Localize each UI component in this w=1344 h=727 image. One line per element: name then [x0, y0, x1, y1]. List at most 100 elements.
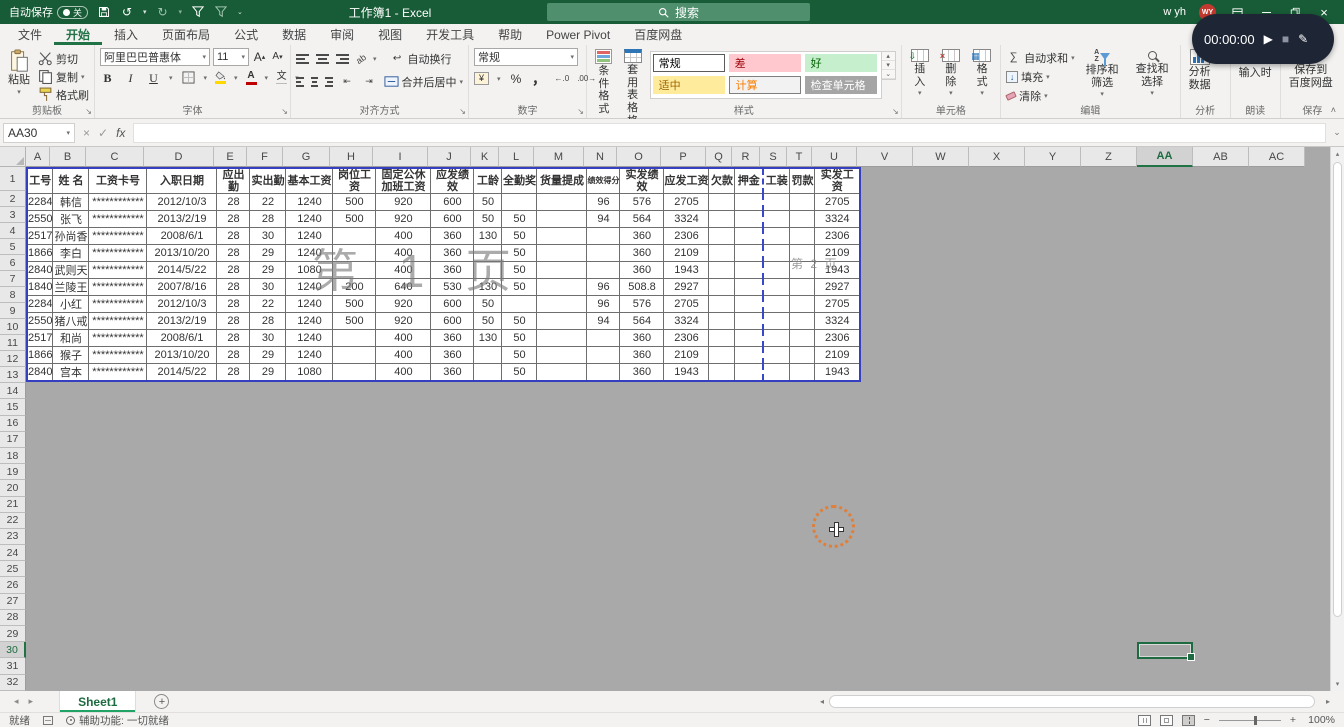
- filter-icon[interactable]: [191, 4, 205, 20]
- column-header-W[interactable]: W: [913, 147, 969, 167]
- cell[interactable]: 22: [250, 194, 286, 211]
- cell[interactable]: 3324: [664, 211, 709, 228]
- column-header-Z[interactable]: Z: [1081, 147, 1137, 167]
- cell[interactable]: [709, 330, 735, 347]
- shrink-font-button[interactable]: A▾: [270, 50, 285, 65]
- ribbon-tab-Power Pivot[interactable]: Power Pivot: [534, 24, 622, 45]
- accounting-format-button[interactable]: ¥: [474, 72, 489, 85]
- cell[interactable]: ************: [89, 194, 147, 211]
- cell[interactable]: 2306: [664, 228, 709, 245]
- cell[interactable]: 2705: [815, 194, 860, 211]
- cell[interactable]: 和尚: [53, 330, 89, 347]
- cell[interactable]: 50: [502, 364, 537, 382]
- cell[interactable]: [735, 330, 763, 347]
- font-dialog-launcher[interactable]: ↘: [281, 108, 288, 116]
- column-header-I[interactable]: I: [373, 147, 428, 167]
- table-header[interactable]: 工号: [27, 168, 53, 194]
- cell[interactable]: [709, 279, 735, 296]
- selected-cell[interactable]: [1137, 642, 1193, 658]
- cell[interactable]: [537, 245, 587, 262]
- delete-cells-button[interactable]: × 删除 ▾: [938, 48, 964, 98]
- page-break-preview-button[interactable]: [1182, 715, 1195, 726]
- comma-style-button[interactable]: ，: [532, 71, 547, 86]
- cell[interactable]: ************: [89, 262, 147, 279]
- zoom-out-button[interactable]: −: [1204, 714, 1210, 726]
- cell[interactable]: [333, 330, 376, 347]
- ribbon-tab-插入[interactable]: 插入: [102, 24, 150, 45]
- ribbon-tab-数据[interactable]: 数据: [270, 24, 318, 45]
- cell[interactable]: [790, 194, 815, 211]
- column-header-J[interactable]: J: [428, 147, 471, 167]
- row-header-16[interactable]: 16: [0, 416, 26, 432]
- cell[interactable]: 2550: [27, 313, 53, 330]
- cell[interactable]: [537, 262, 587, 279]
- row-header-4[interactable]: 4: [0, 223, 26, 239]
- orientation-dropdown-icon[interactable]: ▾: [373, 55, 377, 63]
- cell[interactable]: [735, 347, 763, 364]
- page-layout-view-button[interactable]: [1160, 715, 1173, 726]
- orientation-button[interactable]: ab: [354, 52, 368, 66]
- scroll-up-icon[interactable]: ▴: [1331, 147, 1344, 161]
- cell[interactable]: 2927: [815, 279, 860, 296]
- phonetic-guide-button[interactable]: 文: [276, 72, 287, 84]
- column-header-H[interactable]: H: [330, 147, 373, 167]
- column-header-M[interactable]: M: [534, 147, 584, 167]
- cell[interactable]: 1240: [286, 347, 333, 364]
- cell[interactable]: 28: [250, 313, 286, 330]
- number-dialog-launcher[interactable]: ↘: [577, 108, 584, 116]
- cell[interactable]: 600: [431, 211, 474, 228]
- cell[interactable]: 1080: [286, 262, 333, 279]
- cell[interactable]: 500: [333, 211, 376, 228]
- cell[interactable]: 2705: [664, 194, 709, 211]
- cell[interactable]: 2014/5/22: [147, 262, 217, 279]
- row-header-12[interactable]: 12: [0, 351, 26, 367]
- cell[interactable]: 2109: [664, 347, 709, 364]
- table-header[interactable]: 绩效得分: [587, 168, 620, 194]
- cell[interactable]: 360: [431, 364, 474, 382]
- cell[interactable]: 400: [376, 347, 431, 364]
- cell[interactable]: 360: [431, 330, 474, 347]
- cell[interactable]: 29: [250, 262, 286, 279]
- cell[interactable]: 50: [502, 279, 537, 296]
- fill-button[interactable]: ↓ 填充 ▾: [1006, 68, 1075, 85]
- cell[interactable]: [763, 279, 790, 296]
- cell[interactable]: 920: [376, 313, 431, 330]
- cell[interactable]: 50: [502, 330, 537, 347]
- cell[interactable]: 2517: [27, 330, 53, 347]
- cell[interactable]: 50: [502, 262, 537, 279]
- cell[interactable]: 500: [333, 296, 376, 313]
- row-header-28[interactable]: 28: [0, 610, 26, 626]
- undo-dropdown-icon[interactable]: ▾: [143, 8, 147, 16]
- cell-style-计算[interactable]: 计算: [729, 76, 801, 94]
- cell[interactable]: [735, 296, 763, 313]
- cell[interactable]: 2013/2/19: [147, 211, 217, 228]
- table-header[interactable]: 应发绩效: [431, 168, 474, 194]
- cell[interactable]: 564: [620, 211, 664, 228]
- cell[interactable]: 孙尚香: [53, 228, 89, 245]
- cell[interactable]: 3324: [664, 313, 709, 330]
- column-header-O[interactable]: O: [617, 147, 661, 167]
- cell[interactable]: 600: [431, 313, 474, 330]
- styles-dialog-launcher[interactable]: ↘: [892, 108, 899, 116]
- macro-record-icon[interactable]: [43, 716, 53, 725]
- cell[interactable]: 2109: [664, 245, 709, 262]
- gallery-down-icon[interactable]: ▾: [882, 61, 895, 70]
- table-header[interactable]: 全勤奖: [502, 168, 537, 194]
- cell[interactable]: 30: [250, 330, 286, 347]
- cell[interactable]: [790, 347, 815, 364]
- record-play-icon[interactable]: ▶: [1264, 33, 1273, 45]
- cell[interactable]: ************: [89, 211, 147, 228]
- cell[interactable]: [790, 330, 815, 347]
- cell[interactable]: [735, 364, 763, 382]
- vertical-scroll-thumb[interactable]: [1333, 162, 1342, 617]
- cell[interactable]: 640: [376, 279, 431, 296]
- accounting-dropdown-icon[interactable]: ▾: [497, 75, 501, 83]
- cell[interactable]: 50: [474, 211, 502, 228]
- table-header[interactable]: 应发工资: [664, 168, 709, 194]
- cell[interactable]: [790, 262, 815, 279]
- autosum-button[interactable]: ∑ 自动求和 ▾: [1006, 49, 1075, 66]
- user-name[interactable]: w yh: [1163, 6, 1186, 18]
- cell[interactable]: 3324: [815, 313, 860, 330]
- cell[interactable]: 2007/8/16: [147, 279, 217, 296]
- cell[interactable]: [537, 347, 587, 364]
